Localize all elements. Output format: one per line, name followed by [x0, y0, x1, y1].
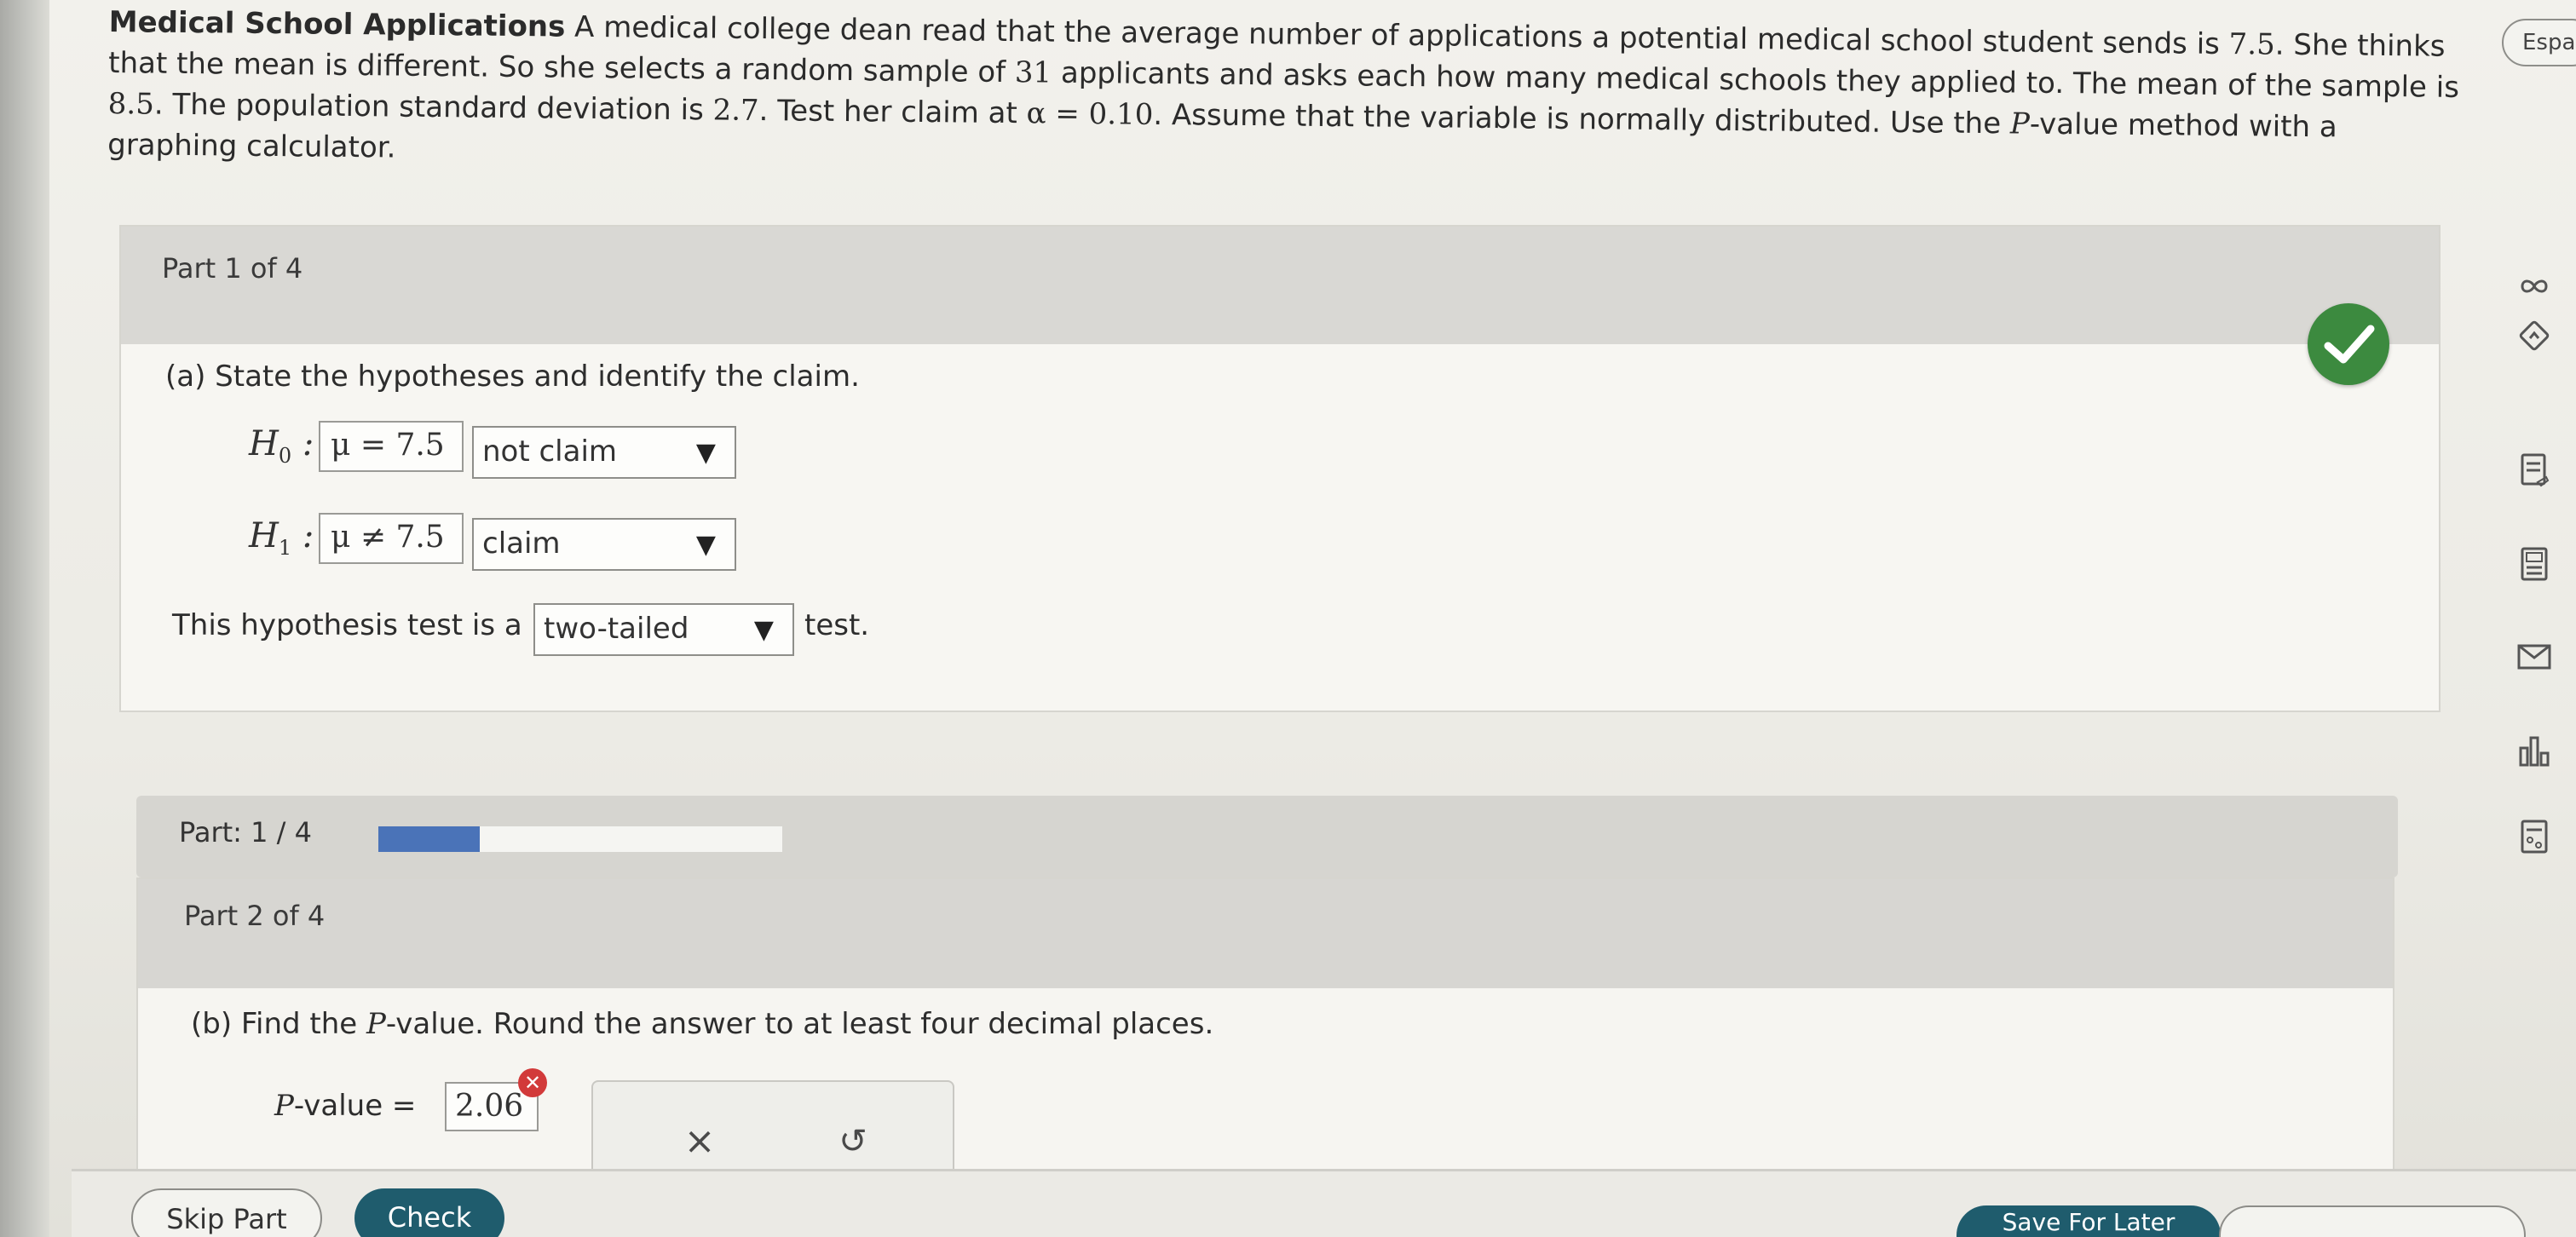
h0-answer-box[interactable]: μ = 7.5 — [319, 421, 464, 472]
population-sd: 2.7 — [712, 93, 759, 128]
test-type-dropdown[interactable]: two-tailed ▼ — [533, 603, 794, 656]
h0-letter: H — [249, 424, 279, 463]
h1-subscript: 1 — [278, 536, 292, 560]
test-type-value: two-tailed — [544, 612, 689, 646]
share-diamond-icon[interactable] — [2509, 310, 2560, 361]
progress-label: Part: 1 / 4 — [179, 816, 312, 849]
problem-text: . The population standard deviation is — [153, 87, 713, 128]
part2-title: Part 2 of 4 — [184, 900, 326, 932]
right-tool-rail: Español — [2471, 0, 2576, 1237]
problem-text: . Assume that the variable is normally d… — [1153, 97, 2011, 141]
p-letter: P — [366, 1007, 386, 1041]
part2-panel: Part 2 of 4 (b) Find the P-value. Round … — [136, 877, 2394, 1218]
alpha-value: α = 0.10 — [1026, 96, 1154, 132]
progress-track — [378, 826, 782, 852]
h1-letter: H — [249, 516, 279, 555]
language-button[interactable]: Español — [2502, 19, 2576, 66]
data-table-icon[interactable] — [2509, 811, 2560, 862]
h1-claim-value: claim — [482, 526, 561, 561]
error-x-icon: ✕ — [518, 1068, 547, 1097]
left-window-edge — [0, 0, 49, 1237]
calculator-icon[interactable] — [2509, 538, 2560, 590]
part1-question: (a) State the hypotheses and identify th… — [165, 360, 860, 394]
skip-part-button[interactable]: Skip Part — [131, 1188, 322, 1237]
progress-fill — [378, 826, 480, 852]
correct-check-icon — [2308, 303, 2389, 385]
p-letter: P — [274, 1089, 294, 1123]
notes-icon[interactable] — [2509, 445, 2560, 496]
part2-header[interactable]: Part 2 of 4 — [138, 879, 2393, 988]
dropdown-arrow-icon: ▼ — [695, 438, 716, 468]
undo-icon[interactable]: ↺ — [823, 1116, 883, 1167]
part-progress-bar: Part: 1 / 4 — [136, 796, 2398, 877]
h1-answer-box[interactable]: μ ≠ 7.5 — [319, 513, 464, 564]
pvalue-label: P-value = — [274, 1089, 416, 1123]
h1-label: H1 : — [249, 516, 314, 560]
bar-chart-icon[interactable] — [2509, 726, 2560, 777]
bottom-action-bar: Skip Part Check Save For Later — [72, 1169, 2576, 1237]
h0-claim-dropdown[interactable]: not claim ▼ — [472, 426, 736, 479]
part1-panel: Part 1 of 4 (a) State the hypotheses and… — [119, 225, 2441, 712]
claimed-mean: 7.5 — [2228, 27, 2275, 62]
part2-question: (b) Find the P-value. Round the answer t… — [191, 1007, 1213, 1041]
h0-label: H0 : — [249, 424, 314, 468]
dropdown-arrow-icon: ▼ — [695, 530, 716, 560]
mail-icon[interactable] — [2509, 630, 2560, 682]
problem-title: Medical School Applications — [108, 4, 566, 44]
part2-question-text: (b) Find the — [191, 1007, 366, 1041]
pvalue-label-text: -value = — [293, 1089, 417, 1123]
part1-header[interactable]: Part 1 of 4 — [121, 227, 2439, 344]
p-letter: P — [2009, 106, 2031, 141]
problem-text: . Test her claim at — [758, 93, 1027, 131]
part1-title: Part 1 of 4 — [162, 252, 303, 285]
h1-claim-dropdown[interactable]: claim ▼ — [472, 518, 736, 571]
h0-subscript: 0 — [278, 444, 292, 468]
clear-x-icon[interactable]: × — [670, 1116, 729, 1167]
check-button[interactable]: Check — [354, 1188, 504, 1237]
page: Medical School Applications A medical co… — [0, 0, 2576, 1237]
sample-mean: 8.5 — [107, 86, 155, 122]
problem-statement: Medical School Applications A medical co… — [107, 2, 2469, 190]
problem-text: applicants and asks each how many medica… — [1051, 55, 2460, 105]
test-type-suffix: test. — [804, 608, 870, 642]
part2-question-text: -value. Round the answer to at least fou… — [385, 1007, 1214, 1041]
h0-claim-value: not claim — [482, 434, 618, 469]
sample-size: 31 — [1014, 55, 1052, 90]
save-for-later-button[interactable]: Save For Later — [1956, 1205, 2221, 1237]
infinity-icon[interactable] — [2509, 261, 2560, 312]
dropdown-arrow-icon: ▼ — [753, 615, 774, 645]
test-type-prefix: This hypothesis test is a — [172, 608, 522, 642]
